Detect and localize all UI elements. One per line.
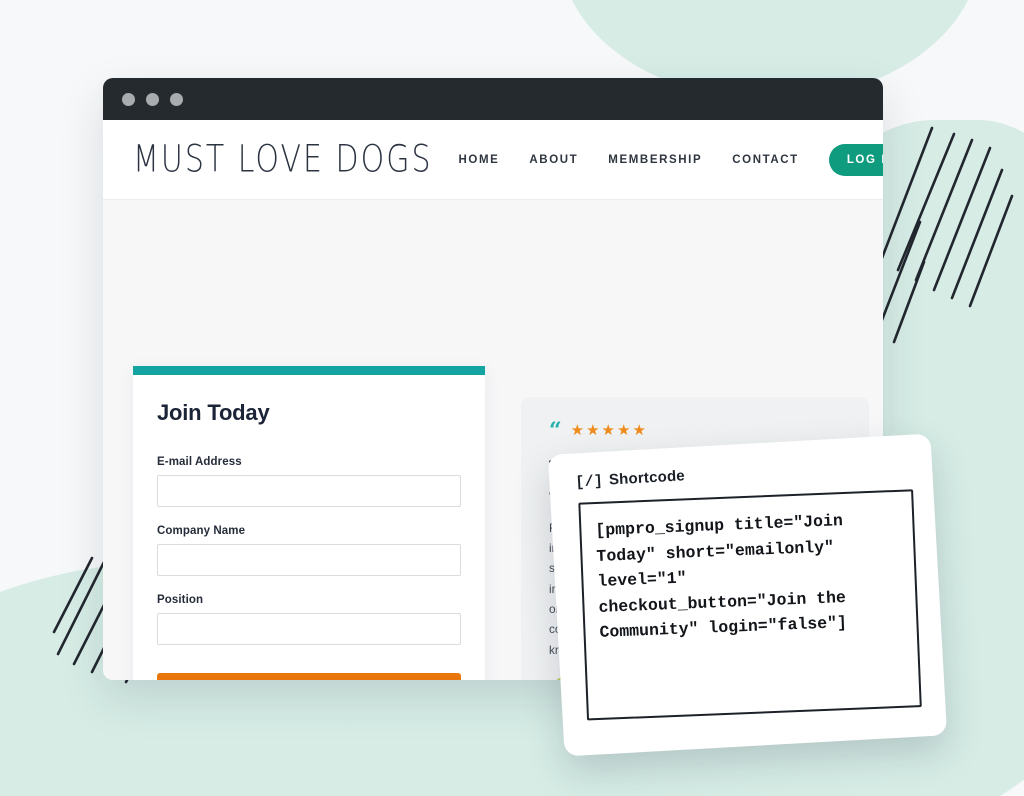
card-top-accent-bar (133, 366, 485, 375)
signup-form-card: Join Today E-mail Address Company Name P… (133, 366, 485, 680)
shortcode-callout-card: [/] Shortcode [pmpro_signup title="Join T… (547, 433, 948, 757)
company-input[interactable] (157, 544, 461, 576)
window-minimize-dot[interactable] (146, 92, 159, 106)
email-input[interactable] (157, 475, 461, 507)
shortcode-code-box: [pmpro_signup title="Join Today" short="… (578, 489, 922, 721)
nav-item-contact[interactable]: CONTACT (732, 154, 799, 166)
code-brackets-icon: [/] (575, 472, 604, 492)
shortcode-text[interactable]: [pmpro_signup title="Join Today" short="… (595, 506, 903, 646)
sign-up-button[interactable]: Sign Up Now (157, 673, 461, 680)
field-label-email: E-mail Address (157, 456, 242, 468)
position-input[interactable] (157, 613, 461, 645)
quote-icon: “ (549, 418, 562, 444)
browser-titlebar (103, 78, 883, 120)
field-label-position: Position (157, 594, 204, 606)
window-maximize-dot[interactable] (170, 92, 183, 106)
hatch-lines-top-right (880, 126, 1014, 344)
field-email: E-mail Address (157, 456, 461, 507)
site-logo[interactable]: MUST LOVE DOGS (133, 138, 433, 182)
shortcode-card-header: [/] Shortcode (575, 455, 910, 492)
rating-row: “ ★★★★★ (549, 418, 841, 444)
field-company: Company Name (157, 525, 461, 576)
shortcode-card-heading: Shortcode (608, 467, 686, 489)
site-header: MUST LOVE DOGS HOME ABOUT MEMBERSHIP CON… (103, 120, 883, 200)
nav-item-membership[interactable]: MEMBERSHIP (608, 154, 702, 166)
nav-item-home[interactable]: HOME (459, 154, 500, 166)
field-position: Position (157, 594, 461, 645)
login-button[interactable]: LOG IN (828, 143, 883, 176)
star-rating: ★★★★★ (570, 422, 648, 439)
main-navigation: HOME ABOUT MEMBERSHIP CONTACT LOG IN (459, 143, 883, 176)
window-close-dot[interactable] (122, 92, 135, 106)
screenshot-canvas: MUST LOVE DOGS HOME ABOUT MEMBERSHIP CON… (0, 0, 1024, 796)
field-label-company: Company Name (157, 525, 246, 537)
nav-item-about[interactable]: ABOUT (529, 154, 578, 166)
form-title: Join Today (157, 400, 270, 425)
